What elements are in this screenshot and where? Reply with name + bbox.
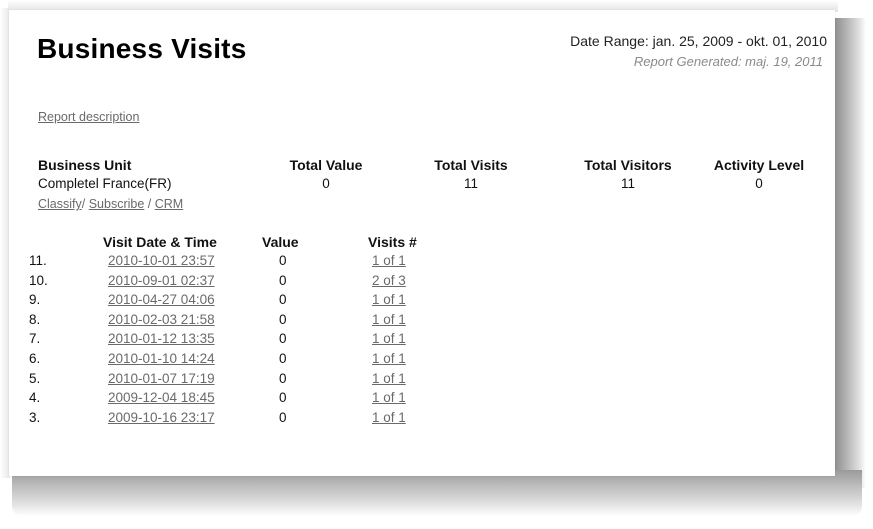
total-value: 0 <box>322 176 330 191</box>
visit-count-link[interactable]: 1 of 1 <box>372 253 406 268</box>
visit-value: 0 <box>279 311 287 327</box>
header-total-visits: Total Visits <box>434 157 508 173</box>
visit-count-link[interactable]: 1 of 1 <box>372 351 406 366</box>
table-row: 6. 2010-01-10 14:24 0 1 of 1 <box>29 351 429 370</box>
business-unit-value: Completel France(FR) <box>38 176 172 191</box>
visit-value: 0 <box>279 370 287 386</box>
visit-value: 0 <box>279 292 287 308</box>
visit-count-link[interactable]: 1 of 1 <box>372 292 406 307</box>
header-visit-date-time: Visit Date & Time <box>103 234 217 250</box>
row-index: 6. <box>29 351 41 366</box>
date-range: Date Range: jan. 25, 2009 - okt. 01, 201… <box>570 33 827 49</box>
visit-value: 0 <box>279 253 287 268</box>
table-row: 9. 2010-04-27 04:06 0 1 of 1 <box>29 292 429 311</box>
visit-datetime-link[interactable]: 2010-01-10 14:24 <box>108 351 215 366</box>
action-separator: / <box>144 197 155 211</box>
visit-value: 0 <box>279 272 287 288</box>
row-index: 10. <box>29 272 48 288</box>
visit-count-link[interactable]: 1 of 1 <box>372 371 406 386</box>
visit-datetime-link[interactable]: 2010-04-27 04:06 <box>108 292 215 307</box>
header-total-visitors: Total Visitors <box>584 157 672 173</box>
visit-datetime-link[interactable]: 2009-10-16 23:17 <box>108 410 215 425</box>
visit-value: 0 <box>279 409 287 425</box>
header-total-value: Total Value <box>289 157 363 173</box>
visit-datetime-link[interactable]: 2010-10-01 23:57 <box>108 253 215 268</box>
visit-value: 0 <box>279 331 287 347</box>
visit-datetime-link[interactable]: 2010-01-12 13:35 <box>108 331 215 346</box>
visit-count-link[interactable]: 1 of 1 <box>372 331 406 346</box>
activity-level: 0 <box>755 176 763 191</box>
visit-count-link[interactable]: 1 of 1 <box>372 390 406 405</box>
row-index: 8. <box>29 311 41 327</box>
visit-count-link[interactable]: 1 of 1 <box>372 410 406 425</box>
visit-value: 0 <box>279 351 287 366</box>
total-visitors: 11 <box>620 176 636 191</box>
row-index: 3. <box>29 409 41 425</box>
action-separator: / <box>81 197 89 211</box>
row-index: 7. <box>29 331 41 347</box>
page-shadow-right <box>834 18 866 488</box>
report-generated-date: Report Generated: maj. 19, 2011 <box>633 54 823 69</box>
visit-count-link[interactable]: 1 of 1 <box>372 312 406 327</box>
visit-count-link[interactable]: 2 of 3 <box>372 273 406 288</box>
row-index: 11. <box>29 253 47 268</box>
row-index: 9. <box>29 292 41 308</box>
header-business-unit: Business Unit <box>38 157 132 173</box>
table-row: 8. 2010-02-03 21:58 0 1 of 1 <box>29 312 429 331</box>
report-page: Business Visits Date Range: jan. 25, 200… <box>9 10 835 476</box>
page-title: Business Visits <box>37 33 247 64</box>
header-value: Value <box>262 234 299 250</box>
table-row: 10. 2010-09-01 02:37 0 2 of 3 <box>29 273 429 292</box>
crm-link[interactable]: CRM <box>155 197 183 211</box>
visit-datetime-link[interactable]: 2009-12-04 18:45 <box>108 390 215 405</box>
business-unit-actions: Classify/ Subscribe / CRM <box>38 197 183 211</box>
row-index: 4. <box>29 390 41 406</box>
table-row: 3. 2009-10-16 23:17 0 1 of 1 <box>29 410 429 429</box>
visit-datetime-link[interactable]: 2010-09-01 02:37 <box>108 273 215 288</box>
report-description-link[interactable]: Report description <box>38 110 139 124</box>
table-row: 5. 2010-01-07 17:19 0 1 of 1 <box>29 371 429 390</box>
visit-datetime-link[interactable]: 2010-02-03 21:58 <box>108 312 215 327</box>
table-row: 11. 2010-10-01 23:57 0 1 of 1 <box>29 253 429 272</box>
visit-value: 0 <box>279 390 287 406</box>
table-row: 4. 2009-12-04 18:45 0 1 of 1 <box>29 390 429 409</box>
header-activity-level: Activity Level <box>713 157 805 173</box>
page-shadow-bottom <box>12 470 862 516</box>
table-row: 7. 2010-01-12 13:35 0 1 of 1 <box>29 331 429 350</box>
subscribe-link[interactable]: Subscribe <box>89 197 145 211</box>
row-index: 5. <box>29 370 41 386</box>
header-visits-number: Visits # <box>368 234 417 250</box>
visit-datetime-link[interactable]: 2010-01-07 17:19 <box>108 371 215 386</box>
classify-link[interactable]: Classify <box>38 197 82 211</box>
summary-table: Business Unit Total Value Total Visits T… <box>38 157 828 217</box>
total-visits: 11 <box>463 176 479 191</box>
